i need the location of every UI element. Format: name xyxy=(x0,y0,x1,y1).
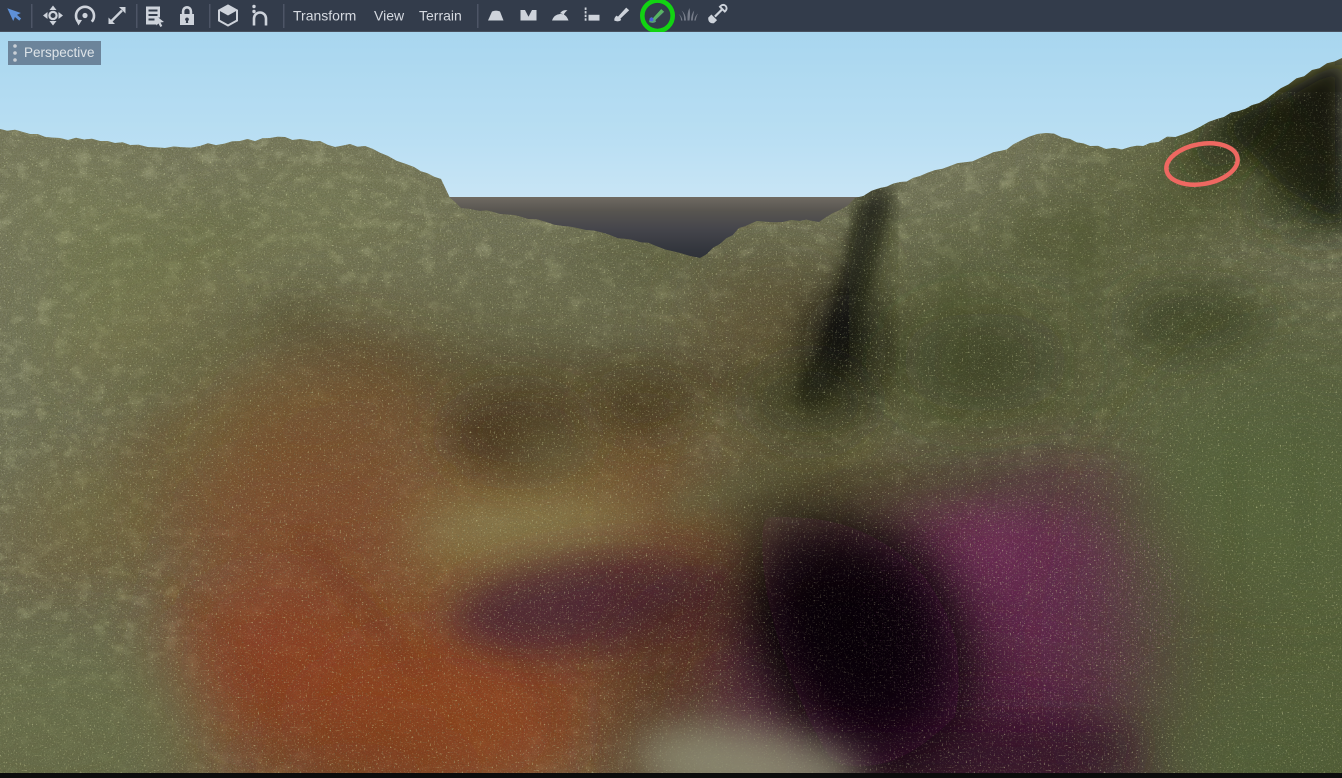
svg-text:Terrain: Terrain xyxy=(419,8,462,24)
svg-text:Transform: Transform xyxy=(293,8,356,24)
svg-text:View: View xyxy=(374,8,405,24)
